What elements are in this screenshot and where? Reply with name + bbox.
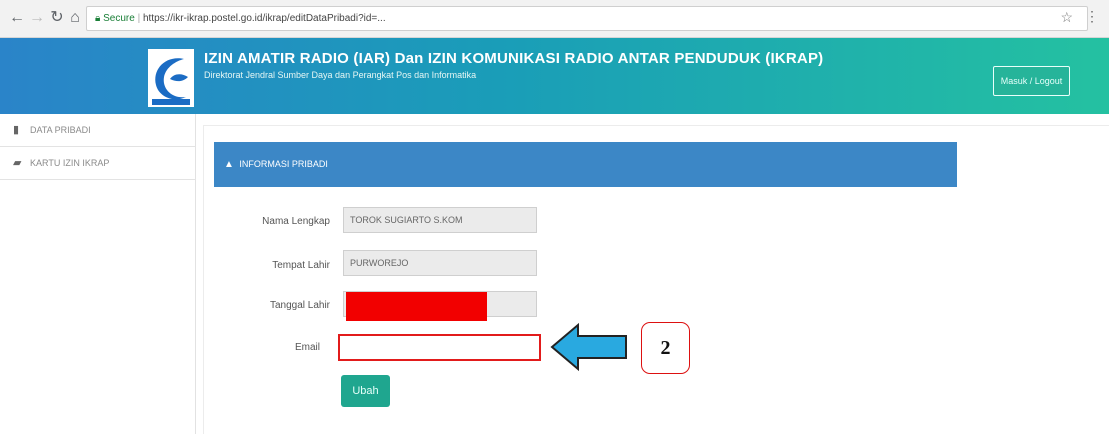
address-bar[interactable]: 🔒︎ Secure | https://ikr-ikrap.postel.go.… — [86, 6, 1088, 31]
sidebar: ▮ DATA PRIBADI ▰ KARTU IZIN IKRAP — [0, 114, 196, 434]
forward-icon[interactable]: → — [28, 9, 46, 27]
email-field[interactable] — [338, 334, 541, 361]
tempat-lahir-label: Tempat Lahir — [272, 260, 330, 271]
ubah-button[interactable]: Ubah — [341, 375, 390, 407]
header-action-button[interactable]: Masuk / Logout — [993, 66, 1070, 96]
panel-header: ▲ INFORMASI PRIBADI — [214, 142, 957, 187]
email-label: Email — [294, 342, 320, 353]
sidebar-item-label: KARTU IZIN IKRAP — [30, 158, 110, 168]
sidebar-item-kartu-izin[interactable]: ▰ KARTU IZIN IKRAP — [0, 147, 196, 180]
bookmark-star-icon[interactable]: ☆ — [1060, 9, 1073, 26]
lock-icon: 🔒︎ — [95, 13, 104, 24]
page-title: IZIN AMATIR RADIO (IAR) Dan IZIN KOMUNIK… — [204, 50, 824, 67]
menu-kebab-icon[interactable]: ⋮ — [1085, 8, 1099, 25]
reload-icon[interactable]: ↻ — [48, 9, 66, 27]
browser-toolbar: ← → ↻ ⌂ 🔒︎ Secure | https://ikr-ikrap.po… — [0, 0, 1109, 38]
nama-field[interactable]: TOROK SUGIARTO S.KOM — [343, 207, 537, 233]
user-icon: ▲ — [224, 159, 234, 170]
site-header: IZIN AMATIR RADIO (IAR) Dan IZIN KOMUNIK… — [0, 38, 1109, 114]
panel-title: INFORMASI PRIBADI — [239, 159, 328, 169]
tanggal-lahir-label: Tanggal Lahir — [269, 300, 330, 311]
sidebar-item-data-pribadi[interactable]: ▮ DATA PRIBADI — [0, 114, 196, 147]
pointer-arrow-icon — [550, 322, 627, 372]
tempat-lahir-field[interactable]: PURWOREJO — [343, 250, 537, 276]
secure-label: Secure — [103, 13, 135, 24]
home-icon[interactable]: ⌂ — [66, 9, 84, 27]
page-subtitle: Direktorat Jendral Sumber Daya dan Peran… — [204, 70, 477, 80]
nama-label: Nama Lengkap — [262, 216, 330, 227]
redaction-box — [346, 292, 487, 321]
step-badge: 2 — [641, 322, 690, 374]
sidebar-item-label: DATA PRIBADI — [30, 125, 91, 135]
kominfo-logo — [148, 49, 194, 107]
card-icon: ▰ — [13, 157, 22, 169]
back-icon[interactable]: ← — [8, 9, 26, 27]
url-text: https://ikr-ikrap.postel.go.id/ikrap/edi… — [142, 13, 386, 24]
user-icon: ▮ — [13, 124, 20, 136]
